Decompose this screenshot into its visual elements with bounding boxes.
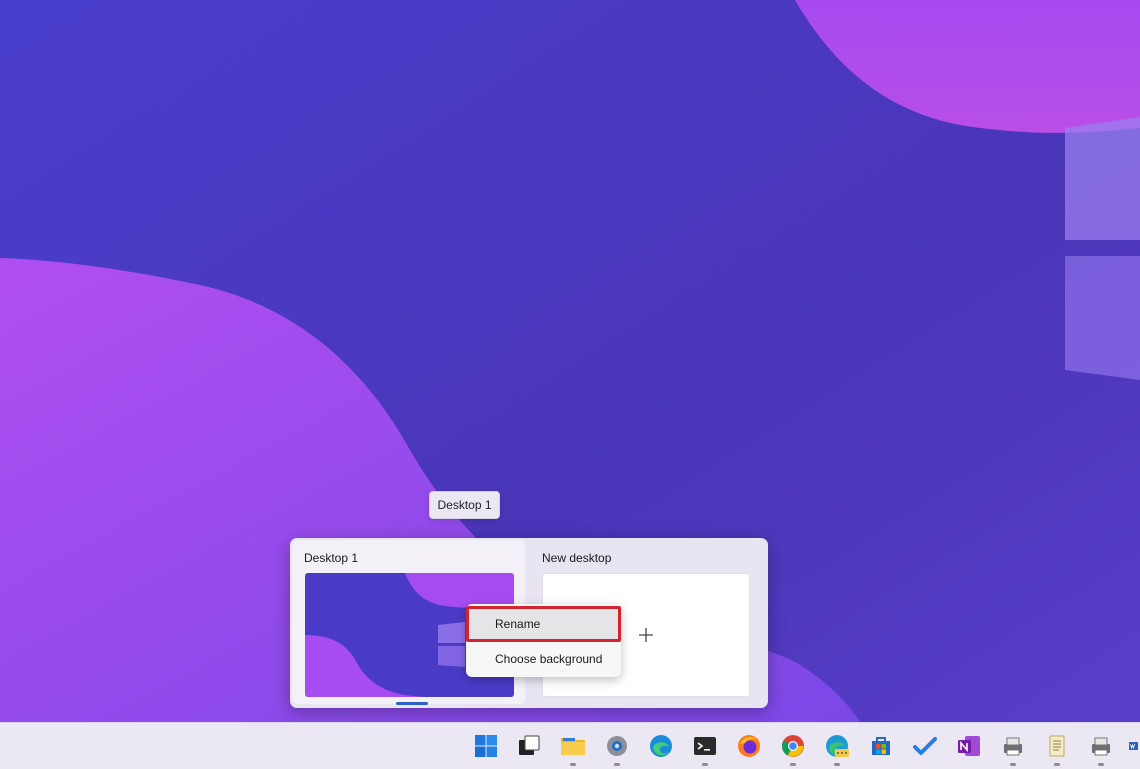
terminal-icon[interactable] bbox=[691, 732, 719, 766]
running-indicator bbox=[570, 763, 576, 766]
running-indicator bbox=[1098, 763, 1104, 766]
edge-icon[interactable] bbox=[647, 732, 675, 760]
plus-icon bbox=[639, 624, 653, 646]
firefox-icon[interactable] bbox=[735, 732, 763, 760]
running-indicator bbox=[1010, 763, 1016, 766]
word-icon[interactable] bbox=[1128, 732, 1140, 760]
notepad-icon[interactable] bbox=[1043, 732, 1071, 766]
rename-menu-item[interactable]: Rename bbox=[466, 606, 621, 642]
printer-app-icon-2[interactable] bbox=[1087, 732, 1115, 766]
settings-icon[interactable] bbox=[603, 732, 631, 766]
active-desktop-indicator bbox=[396, 702, 428, 705]
file-explorer-icon[interactable] bbox=[559, 732, 587, 766]
printer-app-icon[interactable] bbox=[999, 732, 1027, 766]
chrome-icon[interactable] bbox=[779, 732, 807, 766]
desktop-context-menu: Rename Choose background bbox=[466, 604, 621, 677]
taskbar bbox=[0, 722, 1140, 769]
onenote-icon[interactable] bbox=[955, 732, 983, 760]
new-desktop-title: New desktop bbox=[542, 551, 612, 565]
running-indicator bbox=[1054, 763, 1060, 766]
choose-background-menu-item[interactable]: Choose background bbox=[466, 642, 621, 676]
running-indicator bbox=[614, 763, 620, 766]
edge-canary-icon[interactable] bbox=[823, 732, 851, 766]
desktop-tooltip: Desktop 1 bbox=[429, 491, 500, 519]
store-icon[interactable] bbox=[867, 732, 895, 760]
todo-icon[interactable] bbox=[911, 732, 939, 760]
running-indicator bbox=[790, 763, 796, 766]
start-icon[interactable] bbox=[472, 732, 500, 760]
task-view-icon[interactable] bbox=[515, 732, 543, 760]
desktop-1-title: Desktop 1 bbox=[304, 551, 359, 565]
running-indicator bbox=[702, 763, 708, 766]
running-indicator bbox=[834, 763, 840, 766]
